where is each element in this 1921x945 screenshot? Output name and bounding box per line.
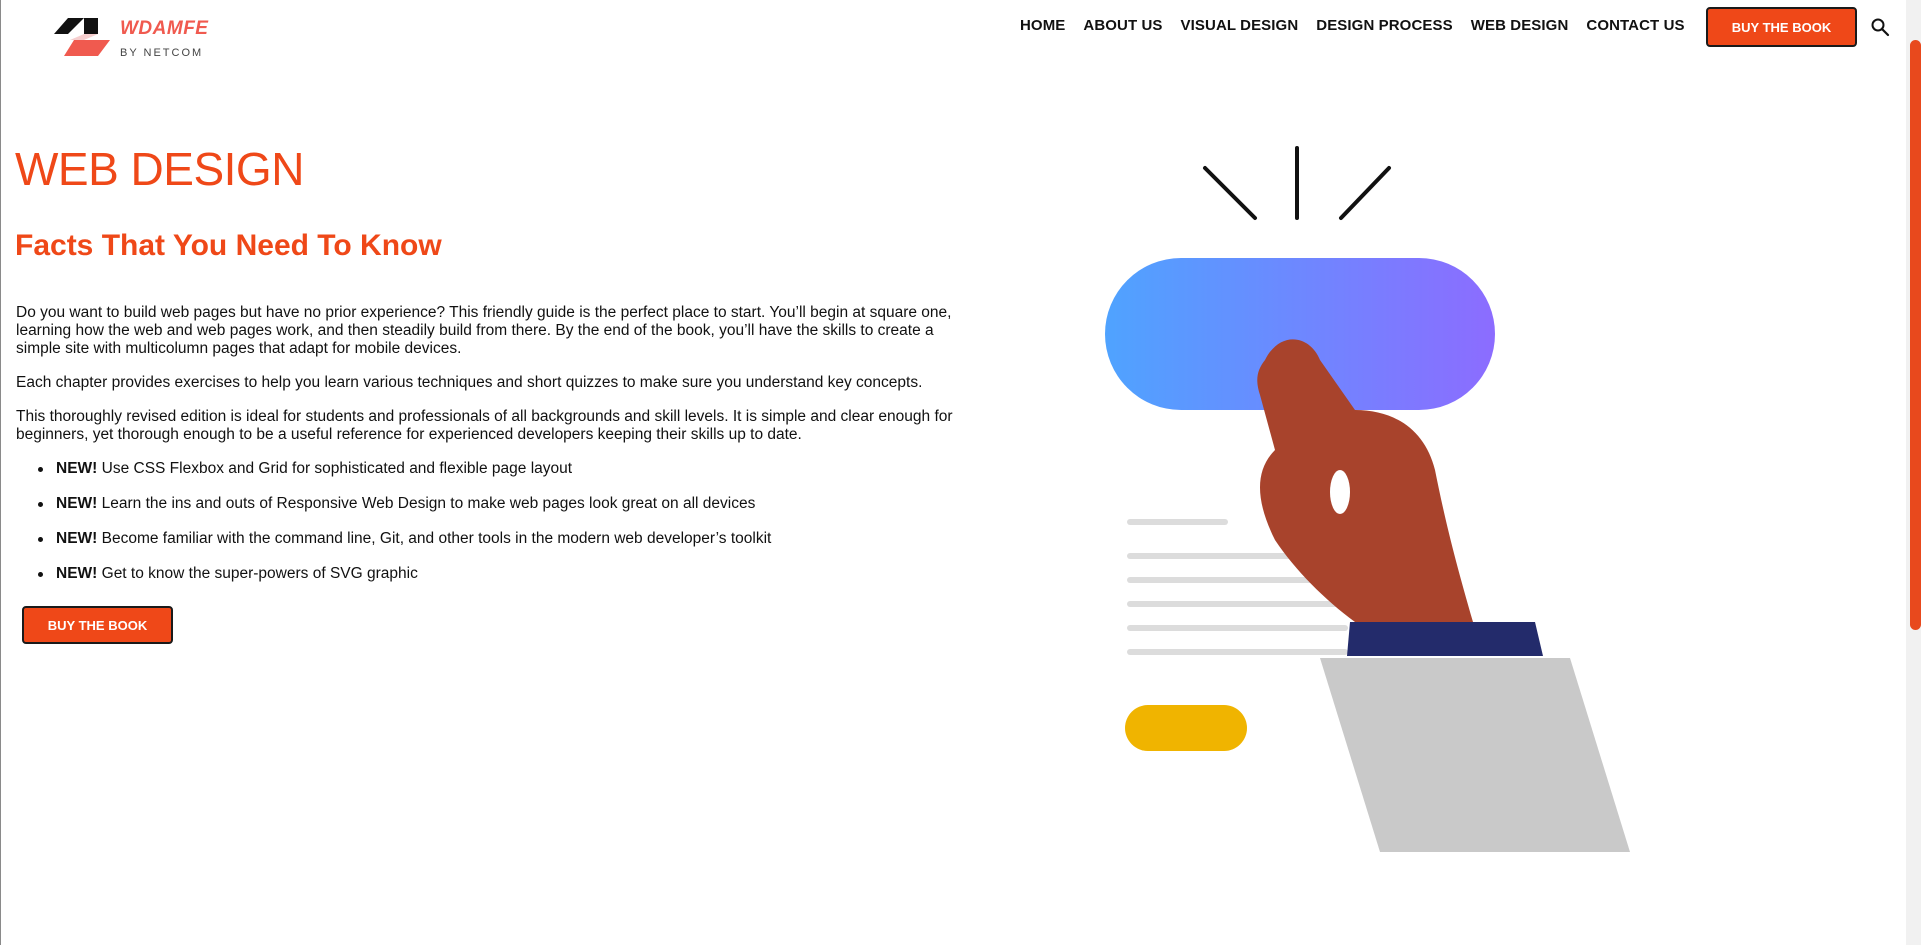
logo-mark-icon xyxy=(54,18,110,56)
section-heading: Facts That You Need To Know xyxy=(15,229,442,262)
nav-about-us[interactable]: ABOUT US xyxy=(1083,17,1162,34)
feature-list-item: NEW! Become familiar with the command li… xyxy=(38,530,956,548)
feature-text: Become familiar with the command line, G… xyxy=(97,530,772,547)
click-burst-icon xyxy=(1203,146,1391,220)
nav-design-process[interactable]: DESIGN PROCESS xyxy=(1316,17,1452,34)
feature-list-item: NEW! Learn the ins and outs of Responsiv… xyxy=(38,495,956,513)
site-header: WDAMFE BY NETCOM HOME ABOUT US VISUAL DE… xyxy=(0,0,1900,60)
nav-web-design[interactable]: WEB DESIGN xyxy=(1471,17,1569,34)
header-buy-book-button[interactable]: BUY THE BOOK xyxy=(1706,7,1857,47)
feature-list-item: NEW! Use CSS Flexbox and Grid for sophis… xyxy=(38,460,956,478)
new-tag: NEW! xyxy=(56,530,98,547)
chapters-paragraph: Each chapter provides exercises to help … xyxy=(16,374,923,391)
nav-home[interactable]: HOME xyxy=(1020,17,1065,34)
feature-list: NEW! Use CSS Flexbox and Grid for sophis… xyxy=(38,460,956,600)
main-nav: HOME ABOUT US VISUAL DESIGN DESIGN PROCE… xyxy=(1020,17,1703,34)
yellow-pill xyxy=(1125,705,1247,751)
click-button-illustration xyxy=(1105,146,1630,852)
new-tag: NEW! xyxy=(56,460,98,477)
feature-text: Get to know the super-powers of SVG grap… xyxy=(97,565,418,582)
page-title: WEB DESIGN xyxy=(15,143,304,195)
nav-contact-us[interactable]: CONTACT US xyxy=(1586,17,1684,34)
search-icon[interactable] xyxy=(1870,17,1890,37)
site-logo[interactable]: WDAMFE BY NETCOM xyxy=(54,18,234,62)
nav-visual-design[interactable]: VISUAL DESIGN xyxy=(1181,17,1299,34)
new-tag: NEW! xyxy=(56,565,98,582)
feature-text: Learn the ins and outs of Responsive Web… xyxy=(97,495,756,512)
feature-text: Use CSS Flexbox and Grid for sophisticat… xyxy=(97,460,573,477)
scrollbar-thumb[interactable] xyxy=(1910,40,1921,630)
logo-subtitle: BY NETCOM xyxy=(120,47,204,59)
intro-paragraph: Do you want to build web pages but have … xyxy=(16,304,952,357)
cuff xyxy=(1347,622,1543,656)
logo-title: WDAMFE xyxy=(120,18,209,39)
sleeve xyxy=(1320,658,1630,852)
new-tag: NEW! xyxy=(56,495,98,512)
feature-list-item: NEW! Get to know the super-powers of SVG… xyxy=(38,565,956,583)
window-edge xyxy=(0,0,1,945)
edition-paragraph: This thoroughly revised edition is ideal… xyxy=(16,408,953,443)
buy-book-button[interactable]: BUY THE BOOK xyxy=(22,606,173,644)
page-scrollbar[interactable] xyxy=(1906,0,1921,945)
